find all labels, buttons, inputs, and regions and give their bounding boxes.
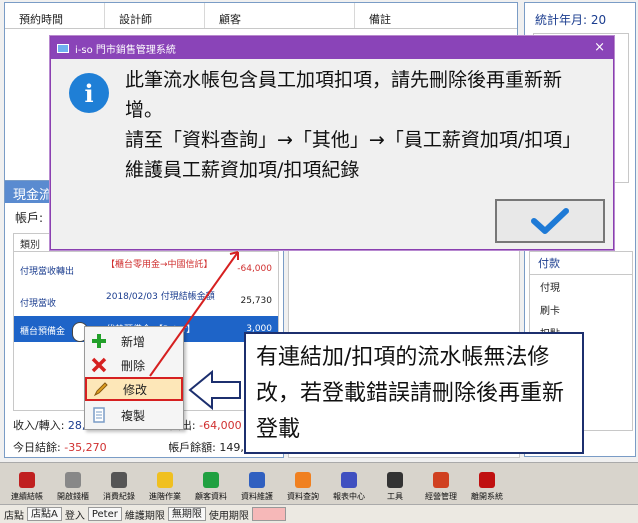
taskbar-label: 資料查詢 — [287, 492, 319, 501]
menu-item-add[interactable]: 新增 — [85, 329, 183, 353]
taskbar-icon — [249, 472, 265, 488]
maintain-value: 無期限 — [167, 507, 206, 521]
hollow-arrow-icon — [188, 369, 241, 411]
taskbar-icon — [203, 472, 219, 488]
message-line-1: 此筆流水帳包含員工加項扣項，請先刪除後再重新新增。 — [125, 69, 563, 121]
x-icon — [91, 357, 107, 373]
taskbar-label: 報表中心 — [333, 492, 365, 501]
payment-item[interactable]: 刷卡 — [530, 298, 632, 321]
table-row[interactable]: 付現當收轉出 【櫃台零用金→中國信託】 -64,000 — [14, 256, 278, 282]
taskbar-button[interactable]: 離開系統 — [464, 463, 510, 505]
column-header[interactable]: 備註 — [355, 3, 517, 28]
checkmark-icon — [531, 208, 569, 234]
login-label: 登入 — [64, 510, 85, 522]
info-icon: i — [69, 73, 109, 113]
taskbar-label: 資料維護 — [241, 492, 273, 501]
balance-total: 今日結餘: -35,270 帳戶餘額: 149,299 — [13, 441, 265, 454]
taskbar-button[interactable]: 開啟錢櫃 — [50, 463, 96, 505]
ok-button[interactable] — [495, 199, 605, 243]
login-value: Peter — [87, 507, 122, 521]
taskbar-icon — [295, 472, 311, 488]
message-line-2: 請至「資料查詢」→「其他」→「員工薪資加項/扣項」維護員工薪資加項/扣項紀錄 — [125, 129, 582, 181]
taskbar-button[interactable]: 資料查詢 — [280, 463, 326, 505]
annotation-callout: 有連結加/扣項的流水帳無法修改，若登載錯誤請刪除後再重新登載 — [244, 332, 584, 454]
row-amount: -64,000 — [237, 264, 272, 274]
taskbar-button[interactable]: 連續結帳 — [4, 463, 50, 505]
message-dialog: i-so 門市銷售管理系統 × i 此筆流水帳包含員工加項扣項，請先刪除後再重新… — [50, 36, 614, 250]
app-icon — [57, 43, 69, 53]
row-description: 【櫃台零用金→中國信託】 — [106, 260, 213, 270]
store-value: 店點A — [27, 507, 62, 521]
close-icon[interactable]: × — [594, 40, 605, 55]
row-category: 付現當收轉出 — [20, 267, 75, 277]
taskbar-label: 顧客資料 — [195, 492, 227, 501]
taskbar-label: 進階作業 — [149, 492, 181, 501]
context-menu: 新增 刪除 修改 複製 — [84, 326, 184, 430]
taskbar-icon — [479, 472, 495, 488]
use-value — [251, 507, 286, 521]
pencil-icon — [93, 382, 108, 397]
menu-item-delete[interactable]: 刪除 — [85, 353, 183, 377]
document-icon — [93, 407, 105, 423]
taskbar-icon — [19, 472, 35, 488]
taskbar-button[interactable]: 消費紀錄 — [96, 463, 142, 505]
taskbar-icon — [65, 472, 81, 488]
row-amount: 25,730 — [240, 296, 273, 306]
stat-month-label: 統計年月: 20 — [535, 13, 607, 27]
store-label: 店點 — [4, 510, 24, 522]
taskbar: 連續結帳 開啟錢櫃 消費紀錄 進階作業 顧客資料 資料維護 資料查詢 報表中心 工具 經營管理 離開… — [0, 462, 638, 504]
taskbar-label: 經營管理 — [425, 492, 457, 501]
maintain-label: 維護期限 — [124, 510, 165, 522]
payment-item[interactable]: 付現 — [530, 275, 632, 298]
table-row[interactable]: 付現當收 2018/02/03 付現結帳金額 25,730 — [14, 288, 278, 314]
taskbar-label: 離開系統 — [471, 492, 503, 501]
taskbar-button[interactable]: 資料維護 — [234, 463, 280, 505]
dialog-message: 此筆流水帳包含員工加項扣項，請先刪除後再重新新增。 請至「資料查詢」→「其他」→… — [125, 65, 595, 185]
appointment-grid-header: 預約時間 設計師 顧客 備註 — [5, 3, 517, 29]
taskbar-label: 消費紀錄 — [103, 492, 135, 501]
menu-item-copy[interactable]: 複製 — [85, 403, 183, 427]
row-category: 櫃台預備金 — [20, 327, 66, 337]
statusbar: 店點 店點A 登入 Peter 維護期限 無期限 使用期限 — [0, 504, 638, 523]
column-header[interactable]: 顧客 — [205, 3, 355, 28]
taskbar-icon — [433, 472, 449, 488]
taskbar-button[interactable]: 報表中心 — [326, 463, 372, 505]
taskbar-icon — [157, 472, 173, 488]
taskbar-button[interactable]: 進階作業 — [142, 463, 188, 505]
dialog-titlebar[interactable]: i-so 門市銷售管理系統 — [51, 37, 613, 59]
column-header[interactable]: 設計師 — [105, 3, 205, 28]
taskbar-icon — [341, 472, 357, 488]
use-label: 使用期限 — [208, 510, 249, 522]
taskbar-button[interactable]: 經營管理 — [418, 463, 464, 505]
row-category: 付現當收 — [20, 299, 57, 309]
dialog-title: i-so 門市銷售管理系統 — [75, 44, 176, 56]
taskbar-label: 開啟錢櫃 — [57, 492, 89, 501]
payment-header: 付款 — [530, 252, 632, 275]
taskbar-button[interactable]: 工具 — [372, 463, 418, 505]
row-description: 2018/02/03 付現結帳金額 — [106, 292, 215, 302]
plus-icon — [92, 334, 106, 348]
taskbar-label: 工具 — [387, 492, 403, 501]
taskbar-label: 連續結帳 — [11, 492, 43, 501]
menu-item-edit[interactable]: 修改 — [85, 377, 183, 401]
taskbar-button[interactable]: 顧客資料 — [188, 463, 234, 505]
taskbar-icon — [387, 472, 403, 488]
taskbar-icon — [111, 472, 127, 488]
column-header[interactable]: 預約時間 — [5, 3, 105, 28]
